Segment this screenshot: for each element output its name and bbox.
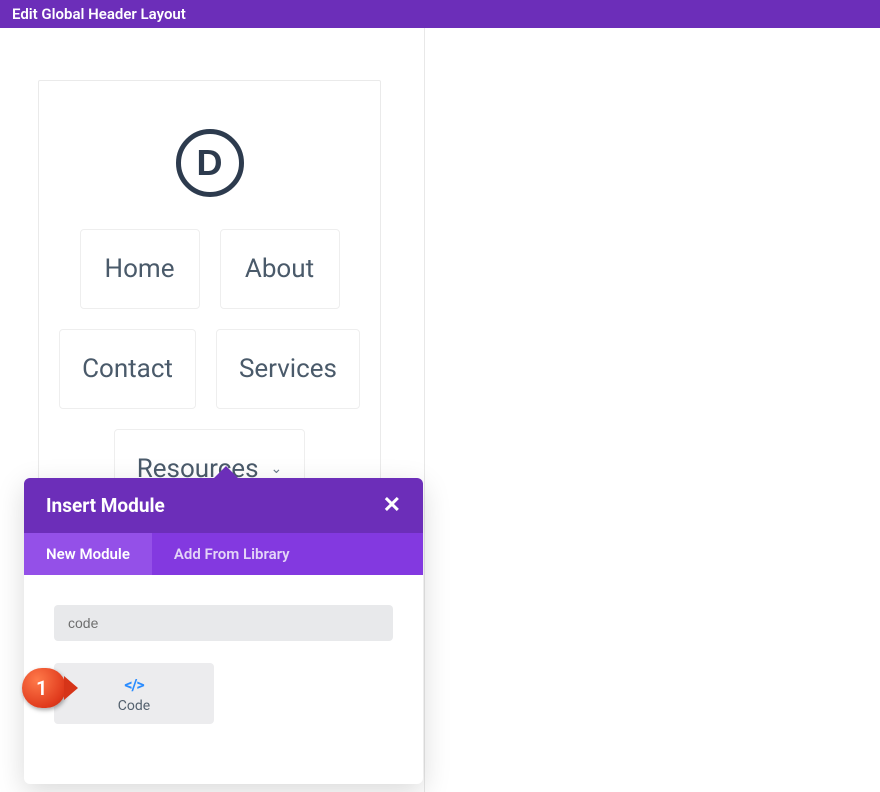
module-result-code[interactable]: </> Code <box>54 663 214 724</box>
top-bar: Edit Global Header Layout <box>0 0 880 28</box>
insert-module-modal: Insert Module ✕ New Module Add From Libr… <box>24 478 423 784</box>
canvas: D Home About Contact Services Resources … <box>0 28 880 792</box>
header-box: D Home About Contact Services Resources … <box>38 80 381 534</box>
chevron-down-icon: ⌄ <box>271 461 283 477</box>
nav-item-services[interactable]: Services <box>216 329 360 409</box>
annotation-marker-1: 1 <box>22 668 66 708</box>
nav-item-home[interactable]: Home <box>80 229 200 309</box>
close-icon[interactable]: ✕ <box>383 495 401 517</box>
modal-header: Insert Module ✕ <box>24 478 423 533</box>
tab-new-module[interactable]: New Module <box>24 533 152 575</box>
nav-item-about[interactable]: About <box>220 229 340 309</box>
nav-item-contact[interactable]: Contact <box>59 329 196 409</box>
modal-tabs: New Module Add From Library <box>24 533 423 575</box>
module-result-label: Code <box>62 698 206 714</box>
modal-title: Insert Module <box>46 494 165 517</box>
nav-label: Services <box>239 354 337 384</box>
code-icon: </> <box>62 675 206 694</box>
tab-label: Add From Library <box>174 545 290 563</box>
nav-label: Contact <box>82 354 173 384</box>
module-search-input[interactable] <box>54 605 393 641</box>
nav-label: Home <box>105 254 175 284</box>
top-bar-title: Edit Global Header Layout <box>12 5 186 23</box>
annotation-number: 1 <box>36 676 47 700</box>
modal-body: </> Code <box>24 575 423 784</box>
tab-add-from-library[interactable]: Add From Library <box>152 533 312 575</box>
nav-label: About <box>245 254 314 284</box>
logo-letter: D <box>197 142 223 184</box>
tab-label: New Module <box>46 545 130 563</box>
site-logo[interactable]: D <box>176 129 244 197</box>
